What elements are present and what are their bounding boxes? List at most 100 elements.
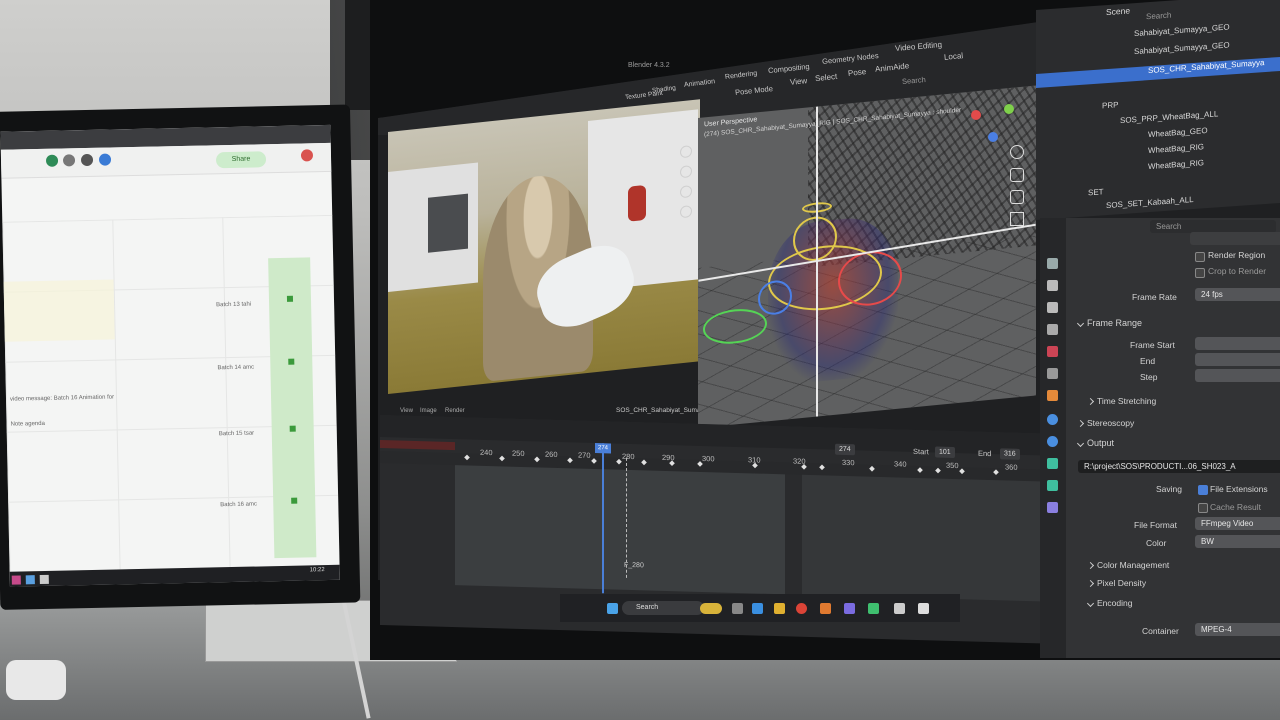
file-format-label: File Format: [1134, 520, 1177, 530]
3d-viewport[interactable]: User Perspective (274) SOS_CHR_Sahabiyat…: [698, 85, 1036, 429]
clock: 10:22: [309, 567, 325, 574]
render-view-menu[interactable]: Render: [445, 408, 465, 414]
folder-icon[interactable]: [774, 603, 785, 614]
object-label: SOS_CHR_Sahabiyat_Sumayya: [616, 407, 711, 414]
tool-icon[interactable]: [1047, 258, 1058, 269]
crop-to-render-checkbox[interactable]: [1195, 268, 1205, 278]
menu-view[interactable]: View: [790, 76, 808, 87]
app-icon[interactable]: [918, 603, 929, 614]
hand-pan-icon[interactable]: [1010, 168, 1024, 182]
check-icon[interactable]: [289, 425, 296, 432]
transform-orientation-dropdown[interactable]: Local: [944, 51, 964, 62]
file-extensions-checkbox[interactable]: [1198, 485, 1208, 495]
app-icon[interactable]: [844, 603, 855, 614]
frame-tick: 250: [512, 448, 525, 459]
check-icon[interactable]: [288, 358, 295, 365]
output-panel-header[interactable]: Output: [1076, 438, 1114, 448]
bone-icon[interactable]: [1047, 480, 1058, 491]
widget-icon[interactable]: [700, 603, 722, 614]
properties-field[interactable]: [1190, 232, 1280, 245]
render-region-checkbox[interactable]: [1195, 252, 1205, 262]
frame-range-panel-header[interactable]: Frame Range: [1076, 318, 1143, 328]
app-icon[interactable]: [868, 603, 879, 614]
end-frame-field[interactable]: 316: [1000, 448, 1020, 460]
row-label: Batch 14 amc: [217, 364, 255, 372]
app-icon[interactable]: [894, 603, 905, 614]
frame-tick: 350: [946, 460, 959, 471]
photo-scene: Share Batch 13 tahi Batch 14 amc Batch 1…: [0, 0, 1280, 720]
chrome-icon[interactable]: [796, 603, 807, 614]
physics-icon[interactable]: [1047, 414, 1058, 425]
constraints-icon[interactable]: [1047, 436, 1058, 447]
bone-constraint-icon[interactable]: [1047, 502, 1058, 513]
blender-icon[interactable]: [820, 603, 831, 614]
share-button[interactable]: Share: [215, 151, 267, 169]
grid-icon[interactable]: [1010, 212, 1024, 226]
encoding-panel-header[interactable]: Encoding: [1086, 598, 1133, 608]
step-label: Step: [1140, 372, 1158, 382]
app-icon[interactable]: [11, 575, 21, 585]
time-stretching-panel[interactable]: Time Stretching: [1086, 396, 1156, 406]
properties-editor[interactable]: Search Render Region Crop to Render Fram…: [1040, 218, 1280, 658]
scene-icon[interactable]: [1047, 346, 1058, 357]
taskbar-search[interactable]: Search: [622, 601, 704, 615]
camera-icon[interactable]: [1010, 190, 1024, 204]
outliner[interactable]: Scene Search Sahabiyat_Sumayya_GEO Sahab…: [1036, 0, 1280, 221]
armature-icon[interactable]: [1047, 458, 1058, 469]
view-layer-icon[interactable]: [1047, 324, 1058, 335]
cache-result-checkbox[interactable]: [1198, 503, 1208, 513]
windows-start-icon[interactable]: [607, 603, 618, 614]
start-label: Start: [913, 446, 929, 457]
marker-label[interactable]: F_280: [624, 562, 644, 570]
frame-range-title: Frame Range: [1087, 318, 1143, 328]
file-format-dropdown[interactable]: FFmpeg Video: [1195, 517, 1280, 530]
output-path-field[interactable]: R:\project\SOS\PRODUCTI...06_SH023_A: [1078, 460, 1280, 473]
object-icon[interactable]: [1047, 390, 1058, 401]
frame-start-field[interactable]: 1: [1195, 337, 1280, 350]
check-icon[interactable]: [291, 497, 298, 504]
container-label: Container: [1142, 626, 1179, 636]
output-icon[interactable]: [1047, 302, 1058, 313]
app-icon[interactable]: [39, 574, 49, 585]
frame-tick: 340: [894, 459, 907, 469]
highlighted-cell: [3, 279, 115, 342]
check-icon[interactable]: [286, 295, 294, 302]
edge-icon[interactable]: [752, 603, 763, 614]
frame-start-label: Frame Start: [1130, 340, 1175, 350]
stereoscopy-panel[interactable]: Stereoscopy: [1076, 418, 1134, 428]
app-icon[interactable]: [25, 575, 35, 585]
render-view-menu[interactable]: Image: [420, 408, 437, 414]
step-field[interactable]: 1: [1195, 369, 1280, 382]
frame-rate-dropdown[interactable]: 24 fps: [1195, 288, 1280, 301]
container-dropdown[interactable]: MPEG-4: [1195, 623, 1280, 636]
menu-pose[interactable]: Pose: [848, 67, 867, 78]
gizmo-z-icon[interactable]: [988, 132, 998, 142]
start-frame-field[interactable]: 101: [935, 446, 955, 459]
playhead-frame-badge[interactable]: 274: [595, 443, 611, 454]
zoom-icon[interactable]: [1010, 145, 1024, 159]
task-view-icon[interactable]: [732, 603, 743, 614]
pixel-density-panel[interactable]: Pixel Density: [1086, 578, 1146, 588]
left-monitor: Share Batch 13 tahi Batch 14 amc Batch 1…: [0, 104, 361, 610]
playhead[interactable]: [602, 443, 604, 594]
frame-tick: 300: [702, 453, 715, 464]
frame-tick: 260: [545, 449, 558, 459]
color-mode-field[interactable]: BW: [1195, 535, 1280, 548]
color-management-label: Color Management: [1097, 560, 1170, 570]
frame-tick: 240: [480, 447, 493, 458]
window-title: Blender 4.3.2: [628, 62, 670, 69]
current-frame-field[interactable]: 274: [835, 443, 855, 456]
render-preview[interactable]: [388, 99, 700, 394]
frame-rate-label: Frame Rate: [1132, 292, 1177, 302]
summary-channel[interactable]: [380, 440, 455, 451]
gizmo-x-icon[interactable]: [971, 110, 981, 120]
gizmo-y-icon[interactable]: [1004, 104, 1014, 114]
row-label: Batch 16 amc: [220, 501, 258, 509]
world-icon[interactable]: [1047, 368, 1058, 379]
color-management-panel[interactable]: Color Management: [1086, 560, 1170, 570]
render-view-menu[interactable]: View: [400, 408, 413, 414]
render-icon[interactable]: [1047, 280, 1058, 291]
encoding-label: Encoding: [1097, 598, 1133, 608]
end-field[interactable]: 3: [1195, 353, 1280, 366]
desk-toy: [6, 660, 66, 700]
